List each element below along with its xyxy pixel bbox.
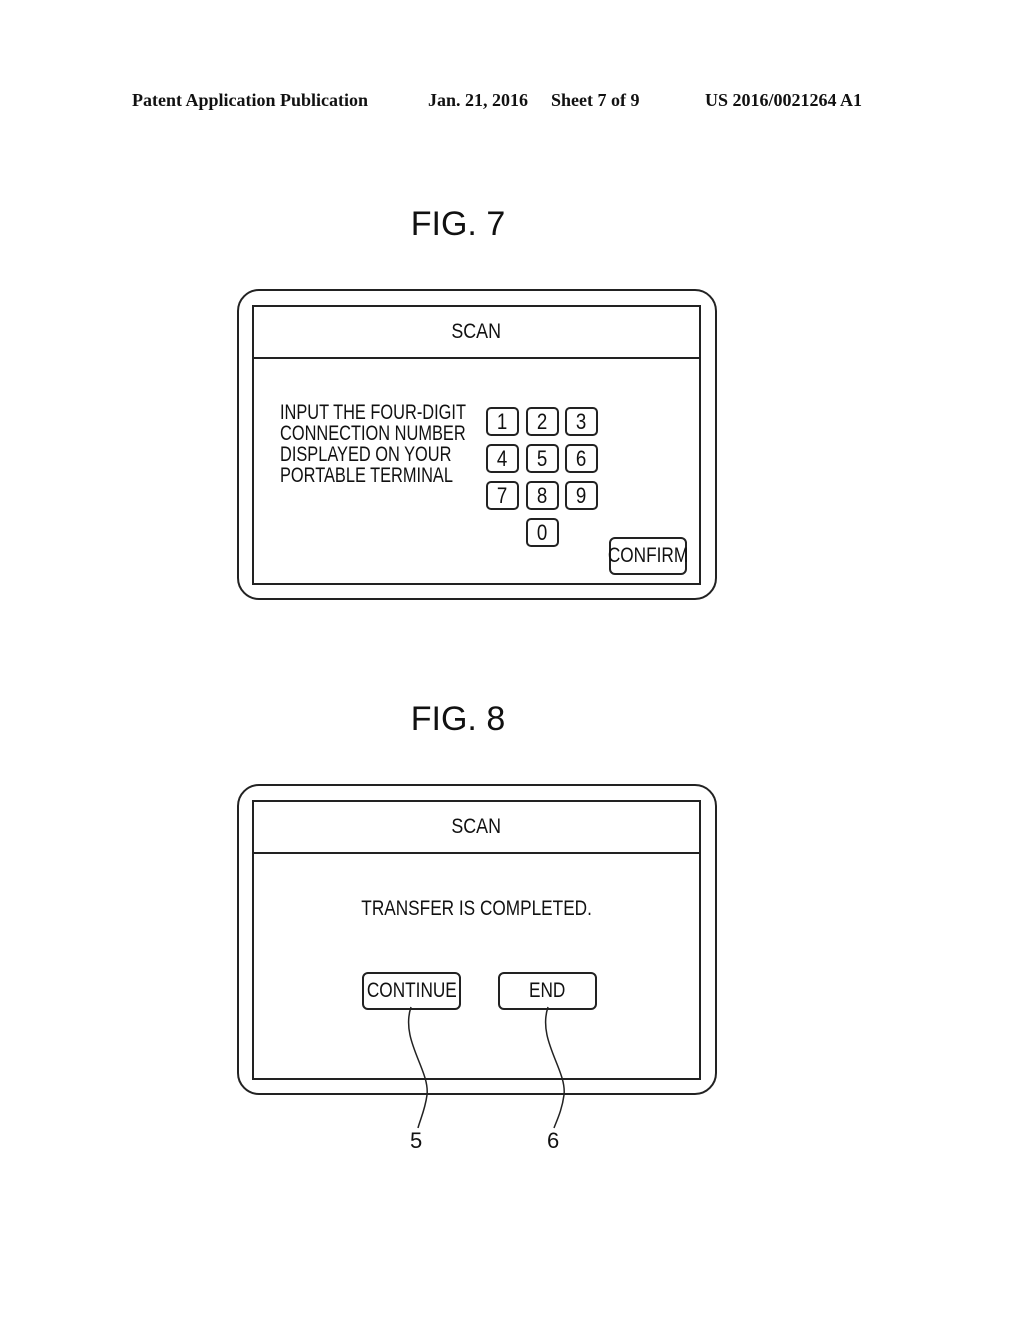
header-patent-number: US 2016/0021264 A1	[705, 90, 863, 110]
fig8-screen-title: SCAN	[451, 815, 502, 838]
confirm-button[interactable]: CONFIRM	[607, 537, 689, 575]
key-label: 1	[497, 408, 508, 434]
fig7-instruction-text: INPUT THE FOUR-DIGIT CONNECTION NUMBER D…	[280, 402, 466, 486]
fig7-device-frame: SCAN INPUT THE FOUR-DIGIT CONNECTION NUM…	[237, 289, 717, 600]
continue-button-label: CONTINUE	[366, 979, 457, 1002]
fig7-screen: SCAN INPUT THE FOUR-DIGIT CONNECTION NUM…	[252, 305, 701, 585]
continue-button[interactable]: CONTINUE	[362, 972, 461, 1010]
header-date: Jan. 21, 2016	[428, 90, 529, 110]
instruction-line: CONNECTION NUMBER	[280, 422, 466, 445]
fig8-device-frame: SCAN TRANSFER IS COMPLETED. CONTINUE END	[237, 784, 717, 1095]
fig8-title-bar: SCAN	[254, 802, 699, 854]
fig8-title: FIG. 8	[410, 700, 506, 738]
fig7-title: FIG. 7	[410, 205, 506, 243]
key-label: 5	[537, 445, 548, 471]
key-0[interactable]: 0	[526, 518, 559, 547]
end-button[interactable]: END	[498, 972, 597, 1010]
key-5[interactable]: 5	[526, 444, 559, 473]
header-publication: Patent Application Publication	[132, 90, 369, 110]
instruction-line: PORTABLE TERMINAL	[280, 464, 453, 487]
confirm-button-label: CONFIRM	[607, 544, 689, 567]
fig7-screen-title: SCAN	[451, 320, 502, 343]
key-label: 0	[537, 519, 548, 545]
instruction-line: INPUT THE FOUR-DIGIT	[280, 401, 466, 424]
key-9[interactable]: 9	[565, 481, 598, 510]
key-2[interactable]: 2	[526, 407, 559, 436]
key-label: 2	[537, 408, 548, 434]
key-label: 4	[497, 445, 508, 471]
reference-leader-lines	[407, 1006, 565, 1129]
fig7-title-bar: SCAN	[254, 307, 699, 359]
transfer-status-text: TRANSFER IS COMPLETED.	[361, 897, 592, 920]
key-6[interactable]: 6	[565, 444, 598, 473]
key-7[interactable]: 7	[486, 481, 519, 510]
key-label: 3	[576, 408, 587, 434]
key-3[interactable]: 3	[565, 407, 598, 436]
key-1[interactable]: 1	[486, 407, 519, 436]
end-button-label: END	[529, 979, 566, 1002]
key-label: 6	[576, 445, 587, 471]
key-label: 8	[537, 482, 548, 508]
header-sheet: Sheet 7 of 9	[551, 90, 640, 110]
key-4[interactable]: 4	[486, 444, 519, 473]
key-8[interactable]: 8	[526, 481, 559, 510]
reference-numeral-6: 6	[547, 1128, 560, 1153]
fig8-screen: SCAN TRANSFER IS COMPLETED. CONTINUE END	[252, 800, 701, 1080]
key-label: 9	[576, 482, 587, 508]
instruction-line: DISPLAYED ON YOUR	[280, 443, 452, 466]
reference-numeral-5: 5	[410, 1128, 423, 1153]
key-label: 7	[497, 482, 508, 508]
transfer-status-message: TRANSFER IS COMPLETED.	[254, 897, 699, 921]
